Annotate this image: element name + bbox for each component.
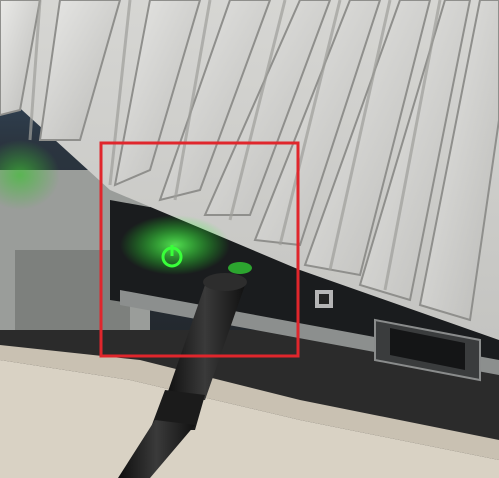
photo-canvas xyxy=(0,0,499,478)
usb-port-icon xyxy=(315,290,333,308)
photo-scene xyxy=(0,0,499,478)
led-reflection xyxy=(228,262,252,274)
